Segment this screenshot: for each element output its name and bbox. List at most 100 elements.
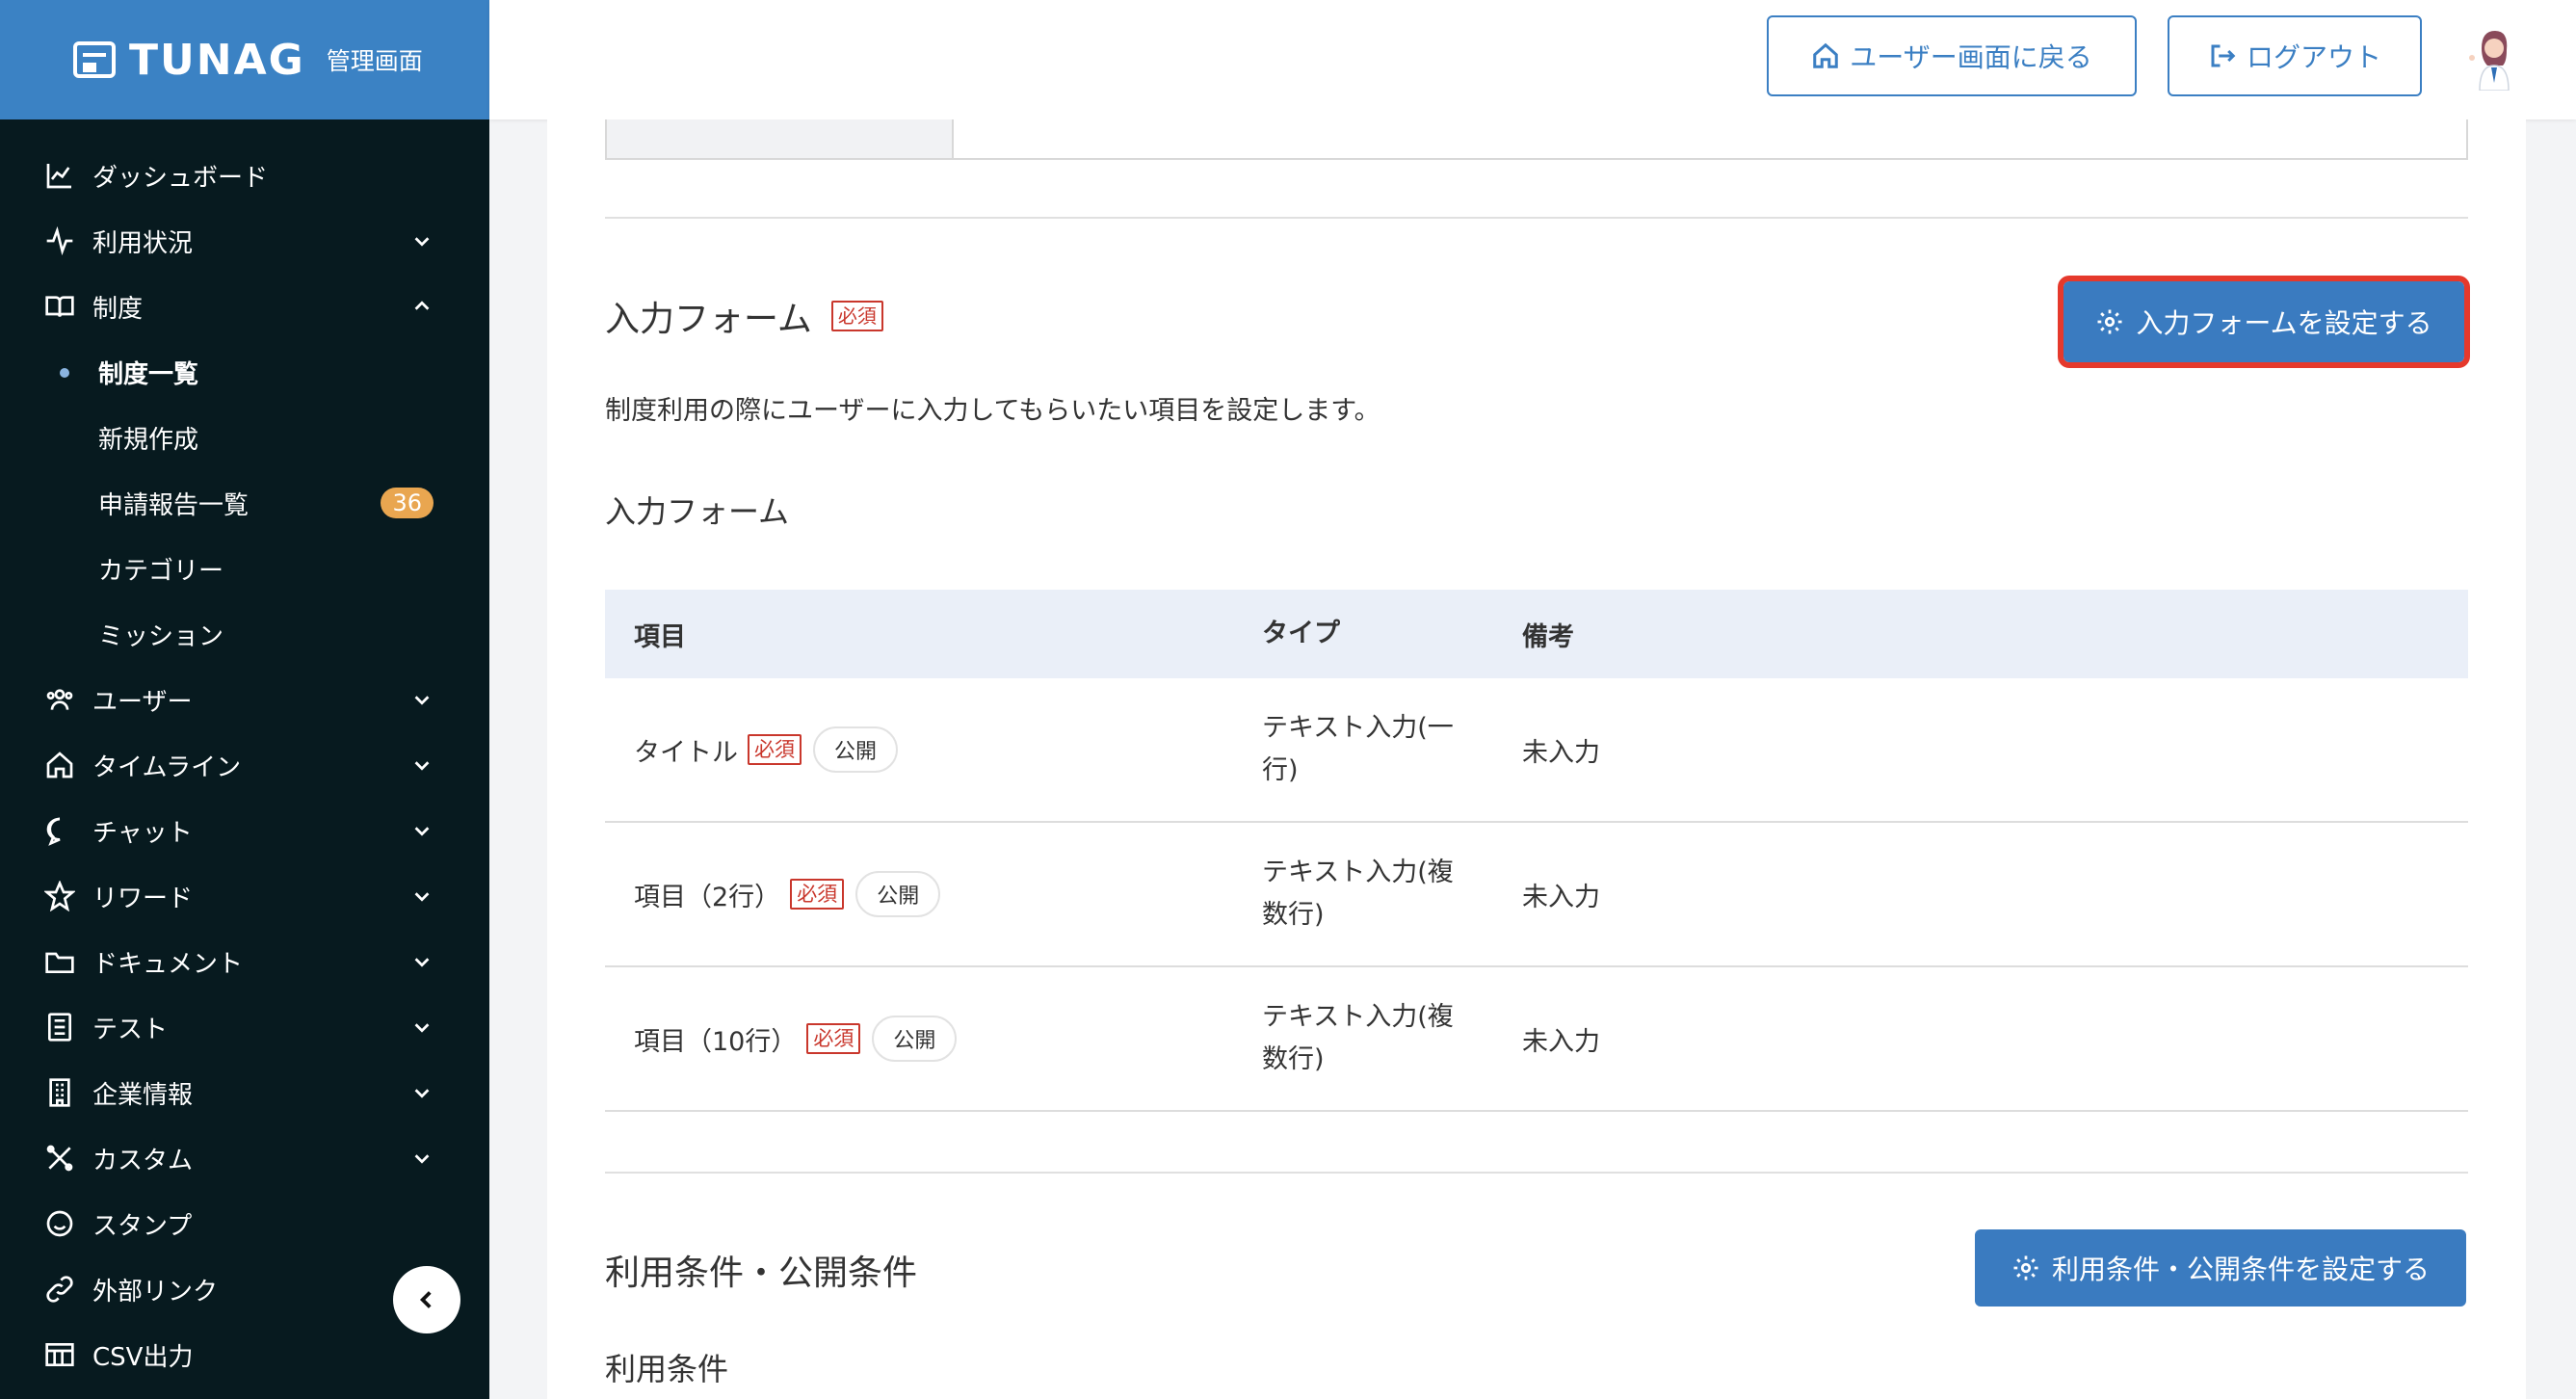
sidebar-subitem-category[interactable]: カテゴリー <box>0 536 489 601</box>
sidebar-item-label: カスタム <box>92 1146 194 1175</box>
sidebar-item-label: 外部リンク <box>92 1277 219 1307</box>
sidebar-subitem-new[interactable]: 新規作成 <box>0 405 489 470</box>
form-section-description: 制度利用の際にユーザーに入力してもらいたい項目を設定します。 <box>605 396 1380 426</box>
input-form-table: 項目 タイプ 備考 タイトル 必須 公開 テキスト入力(一 行) 未入力 項目（… <box>605 590 2468 1112</box>
star-icon <box>42 879 77 913</box>
back-to-user-screen-label: ユーザー画面に戻る <box>1850 41 2092 73</box>
sidebar-item-label: ユーザー <box>92 687 193 717</box>
chevron-down-icon <box>410 688 434 711</box>
sidebar-nav: ダッシュボード 利用状況 制度 制度一覧 新規作成 申請報告一覧 36 カテゴリ… <box>0 119 489 1387</box>
sidebar-item-usage[interactable]: 利用状況 <box>0 208 489 274</box>
chevron-down-icon <box>410 1081 434 1104</box>
table-row: 項目（10行） 必須 公開 テキスト入力(複 数行) 未入力 <box>605 967 2468 1112</box>
logout-label: ログアウト <box>2246 41 2381 73</box>
sidebar-item-label: 利用状況 <box>92 228 194 258</box>
tools-icon <box>42 1141 77 1175</box>
sidebar-item-users[interactable]: ユーザー <box>0 667 489 732</box>
note-cell: 未入力 <box>1522 882 1600 912</box>
users-icon <box>42 682 77 717</box>
previous-table-cell <box>607 119 954 158</box>
type-line: テキスト入力(一 <box>1262 713 1454 743</box>
sidebar-item-system[interactable]: 制度 <box>0 274 489 339</box>
table-row: 項目（2行） 必須 公開 テキスト入力(複 数行) 未入力 <box>605 823 2468 967</box>
chevron-down-icon <box>410 1016 434 1039</box>
item-name: 項目（2行） <box>634 882 781 912</box>
condition-section-title: 利用条件・公開条件 <box>605 1245 917 1295</box>
chat-icon <box>42 813 77 848</box>
sidebar-item-custom[interactable]: カスタム <box>0 1125 489 1191</box>
chevron-left-icon <box>419 1291 432 1308</box>
required-badge: 必須 <box>748 734 802 765</box>
chevron-down-icon <box>410 1147 434 1170</box>
item-cell: タイトル 必須 公開 <box>605 726 1262 773</box>
chevron-down-icon <box>410 229 434 252</box>
sidebar-subitem-reports[interactable]: 申請報告一覧 36 <box>0 470 489 536</box>
chevron-down-icon <box>410 819 434 842</box>
sidebar-item-label: テスト <box>92 1015 169 1044</box>
table-row: タイトル 必須 公開 テキスト入力(一 行) 未入力 <box>605 678 2468 823</box>
note-cell: 未入力 <box>1522 1026 1600 1057</box>
sidebar-item-reward[interactable]: リワード <box>0 863 489 929</box>
configure-input-form-button[interactable]: 入力フォームを設定する <box>2058 276 2470 368</box>
visibility-badge: 公開 <box>813 726 899 773</box>
building-icon <box>42 1075 77 1110</box>
sidebar-item-label: タイムライン <box>92 752 242 782</box>
main-content: 入力フォーム 必須 入力フォームを設定する 制度利用の際にユーザーに入力してもら… <box>547 119 2526 1399</box>
chevron-down-icon <box>410 753 434 777</box>
sidebar-item-document[interactable]: ドキュメント <box>0 929 489 994</box>
sidebar-subitem-label: 申請報告一覧 <box>98 490 250 520</box>
folder-icon <box>42 944 77 979</box>
logout-icon <box>2211 44 2236 67</box>
form-section-title-text: 入力フォーム <box>605 300 812 339</box>
sidebar-item-test[interactable]: テスト <box>0 994 489 1060</box>
required-badge: 必須 <box>806 1023 861 1054</box>
type-cell: テキスト入力(一 行) <box>1262 707 1522 792</box>
type-cell: テキスト入力(複 数行) <box>1262 996 1522 1081</box>
sidebar-item-dashboard[interactable]: ダッシュボード <box>0 143 489 208</box>
sidebar-item-label: チャット <box>92 818 193 848</box>
configure-input-form-label: 入力フォームを設定する <box>2136 307 2432 339</box>
configure-conditions-button[interactable]: 利用条件・公開条件を設定する <box>1975 1229 2466 1307</box>
sidebar-item-label: 企業情報 <box>92 1080 194 1110</box>
condition-section-title-text: 利用条件・公開条件 <box>605 1254 918 1293</box>
chevron-down-icon <box>410 950 434 973</box>
note-cell: 未入力 <box>1522 737 1600 768</box>
item-cell: 項目（10行） 必須 公開 <box>605 1016 1262 1062</box>
sidebar-subitem-label: カテゴリー <box>98 556 224 586</box>
sidebar-item-timeline[interactable]: タイムライン <box>0 732 489 798</box>
column-header-item: 項目 <box>634 621 686 652</box>
top-header: ユーザー画面に戻る ログアウト <box>489 0 2576 119</box>
sidebar-item-stamp[interactable]: スタンプ <box>0 1191 489 1256</box>
type-line: 行) <box>1262 755 1299 785</box>
type-line: テキスト入力(複 <box>1262 1002 1454 1032</box>
section-divider <box>605 1172 2468 1174</box>
chevron-up-icon <box>410 295 434 318</box>
brand-header[interactable]: TUNAG 管理画面 <box>0 0 489 119</box>
item-name: 項目（10行） <box>634 1026 798 1057</box>
sidebar-item-label: スタンプ <box>92 1211 193 1241</box>
sidebar-subitem-label: 新規作成 <box>98 425 199 455</box>
sidebar-item-company[interactable]: 企業情報 <box>0 1060 489 1125</box>
avatar[interactable] <box>2460 23 2528 91</box>
required-badge: 必須 <box>790 879 845 910</box>
sidebar-subitem-mission[interactable]: ミッション <box>0 601 489 667</box>
form-section-title: 入力フォーム 必須 <box>605 291 883 341</box>
sidebar: TUNAG 管理画面 ダッシュボード 利用状況 制度 制度一覧 新規作成 申請報… <box>0 0 489 1399</box>
item-name: タイトル <box>634 737 738 768</box>
type-cell: テキスト入力(複 数行) <box>1262 852 1522 937</box>
count-badge: 36 <box>381 488 434 518</box>
list-icon <box>42 1010 77 1044</box>
sidebar-subitem-system-list[interactable]: 制度一覧 <box>0 339 489 405</box>
tunag-logo-icon <box>73 41 116 78</box>
sidebar-item-label: ダッシュボード <box>92 163 269 193</box>
logout-button[interactable]: ログアウト <box>2168 15 2422 96</box>
brand-subtitle: 管理画面 <box>326 47 423 75</box>
sidebar-item-chat[interactable]: チャット <box>0 798 489 863</box>
column-header-note: 備考 <box>1522 621 1574 652</box>
book-icon <box>42 289 77 324</box>
sidebar-collapse-button[interactable] <box>393 1266 460 1333</box>
home-icon <box>1813 42 1839 68</box>
previous-table-bottom <box>605 119 2468 160</box>
back-to-user-screen-button[interactable]: ユーザー画面に戻る <box>1767 15 2137 96</box>
type-line: 数行) <box>1262 1044 1325 1074</box>
